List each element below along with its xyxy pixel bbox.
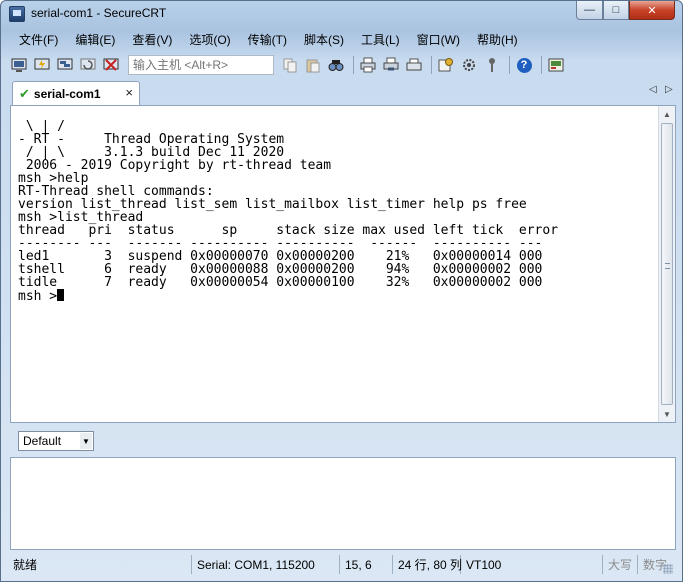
tab-scroll-right-icon[interactable]: ▷ — [665, 84, 673, 95]
print-selection-icon[interactable] — [381, 55, 401, 75]
menu-tools[interactable]: 工具(L) — [351, 29, 407, 51]
find-icon[interactable] — [326, 55, 346, 75]
tab-label: serial-com1 — [33, 87, 101, 101]
chat-window-bar: Default ▼ — [8, 426, 675, 454]
quick-connect-icon[interactable] — [32, 55, 52, 75]
status-terminal-type: VT100 — [461, 555, 603, 574]
terminal-line: tidle 7 ready 0x00000054 0x00000100 32% … — [18, 275, 543, 290]
window-title: serial-com1 - SecureCRT — [31, 6, 167, 20]
title-bar[interactable]: serial-com1 - SecureCRT — □ ✕ — [1, 1, 682, 27]
scrollbar-grip-icon — [665, 263, 670, 269]
terminal-prompt-line: msh > — [18, 289, 658, 303]
paste-icon[interactable] — [303, 55, 323, 75]
toolbar-separator — [509, 56, 510, 74]
status-cursor-position: 15, 6 — [340, 555, 393, 574]
copy-icon[interactable] — [280, 55, 300, 75]
status-bar: 就绪 Serial: COM1, 115200 15, 6 24 行, 80 列… — [8, 553, 675, 576]
status-terminal-size: 24 行, 80 列 — [393, 555, 462, 574]
scroll-down-arrow-icon[interactable]: ▼ — [659, 406, 675, 422]
menu-window[interactable]: 窗口(W) — [407, 29, 467, 51]
terminal-prompt: msh > — [18, 289, 58, 304]
status-serial-port: Serial: COM1, 115200 — [192, 555, 340, 574]
securecrt-app-icon — [9, 6, 25, 22]
tab-scroll-left-icon[interactable]: ◁ — [649, 84, 657, 95]
printer-icon[interactable] — [404, 55, 424, 75]
disconnect-icon[interactable] — [101, 55, 121, 75]
status-ready: 就绪 — [8, 555, 192, 574]
close-button[interactable]: ✕ — [629, 1, 675, 20]
menu-help[interactable]: 帮助(H) — [467, 29, 525, 51]
terminal-scrollbar[interactable]: ▲ ▼ — [658, 106, 675, 422]
help-glyph: ? — [516, 57, 532, 73]
minimize-button[interactable]: — — [576, 1, 603, 20]
toolbar-separator — [541, 56, 542, 74]
scroll-up-arrow-icon[interactable]: ▲ — [659, 106, 675, 122]
tab-close-icon[interactable]: × — [125, 85, 133, 100]
keymap-icon[interactable] — [482, 55, 502, 75]
connect-icon[interactable] — [9, 55, 29, 75]
terminal-cursor — [57, 289, 65, 301]
session-options-icon[interactable] — [436, 55, 456, 75]
menu-options[interactable]: 选项(O) — [179, 29, 237, 51]
maximize-button[interactable]: □ — [603, 1, 629, 20]
toolbar-separator — [431, 56, 432, 74]
status-caps-lock: 大写 — [603, 555, 639, 574]
send-target-select[interactable]: Default ▼ — [18, 431, 94, 451]
menu-script[interactable]: 脚本(S) — [294, 29, 351, 51]
menu-bar: 文件(F) 编辑(E) 查看(V) 选项(O) 传输(T) 脚本(S) 工具(L… — [9, 29, 676, 51]
reconnect-icon[interactable] — [78, 55, 98, 75]
sftp-icon[interactable] — [546, 55, 566, 75]
terminal-view[interactable]: \ | / - RT - Thread Operating System / | … — [10, 105, 676, 423]
chat-input-area[interactable] — [10, 457, 676, 550]
session-tab-strip: ✔ serial-com1 × ◁ ▷ — [9, 79, 676, 106]
terminal-line: 2006 - 2019 Copyright by rt-thread team — [18, 158, 332, 173]
send-target-value: Default — [23, 434, 62, 448]
connect-tab-icon[interactable] — [55, 55, 75, 75]
menu-view[interactable]: 查看(V) — [122, 29, 179, 51]
quick-connect-input[interactable] — [128, 55, 274, 75]
resize-grip-icon[interactable] — [663, 564, 673, 574]
global-options-icon[interactable] — [459, 55, 479, 75]
menu-file[interactable]: 文件(F) — [9, 29, 65, 51]
menu-transfer[interactable]: 传输(T) — [238, 29, 294, 51]
chevron-down-icon[interactable]: ▼ — [80, 433, 92, 449]
menu-edit[interactable]: 编辑(E) — [65, 29, 122, 51]
tab-serial-com1[interactable]: ✔ serial-com1 × — [12, 81, 140, 106]
connected-check-icon: ✔ — [19, 86, 30, 101]
terminal-output: \ | / - RT - Thread Operating System / | … — [18, 120, 658, 303]
scrollbar-thumb[interactable] — [661, 123, 673, 405]
help-icon[interactable]: ? — [514, 55, 534, 75]
print-icon[interactable] — [358, 55, 378, 75]
toolbar-separator — [353, 56, 354, 74]
toolbar: ? — [9, 52, 676, 78]
